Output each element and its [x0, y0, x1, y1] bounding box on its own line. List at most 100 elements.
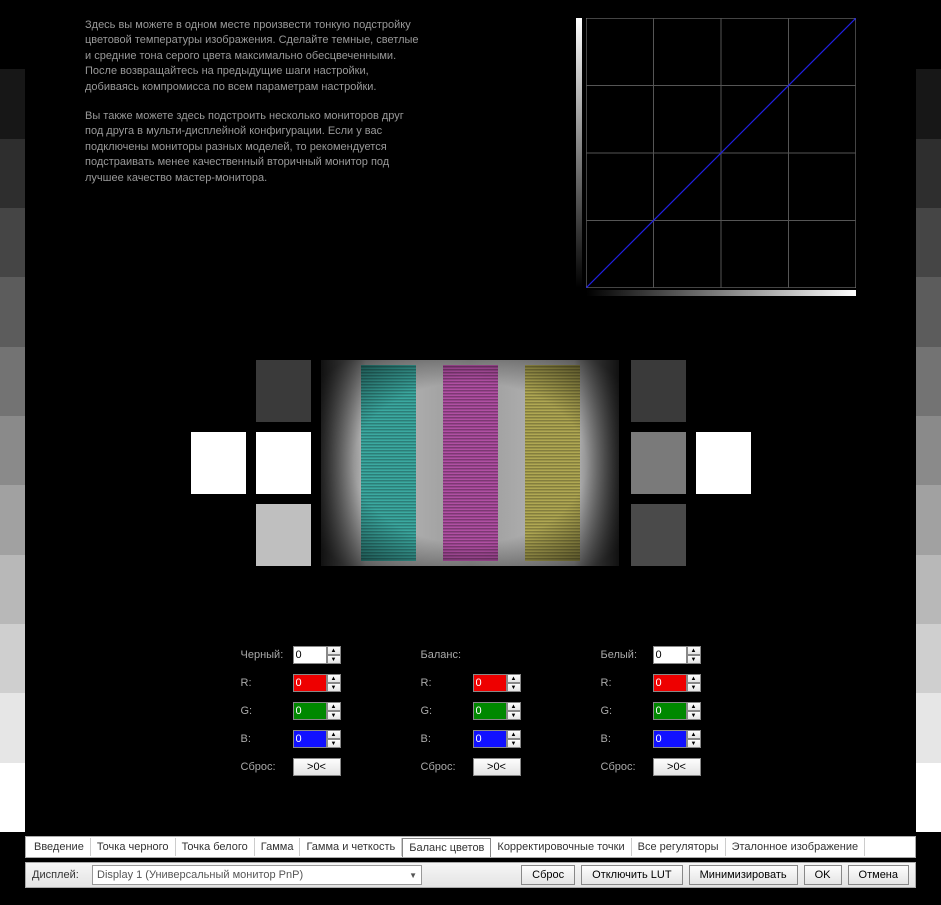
tab-8[interactable]: Эталонное изображение	[726, 838, 866, 856]
col1-g-label: G:	[421, 705, 473, 717]
col0-g-up[interactable]: ▲	[327, 702, 341, 711]
col1-b-down[interactable]: ▼	[507, 739, 521, 748]
col1-reset-button[interactable]: >0<	[473, 758, 521, 776]
bottom-toolbar: Дисплей: Display 1 (Универсальный монито…	[25, 862, 916, 888]
description-p1: Здесь вы можете в одном месте произвести…	[85, 18, 425, 95]
control-column-2: Белый:▲▼R:▲▼G:▲▼B:▲▼Сброс:>0<	[601, 645, 701, 777]
swatch-left-mid	[256, 432, 311, 494]
col2-r-up[interactable]: ▲	[687, 674, 701, 683]
tab-2[interactable]: Точка белого	[176, 838, 255, 856]
chevron-down-icon: ▼	[409, 871, 417, 880]
col1-r-down[interactable]: ▼	[507, 683, 521, 692]
col2-title-up[interactable]: ▲	[687, 646, 701, 655]
display-select-value: Display 1 (Универсальный монитор PnP)	[97, 869, 303, 881]
col2-title-label: Белый:	[601, 649, 653, 661]
col0-g-input[interactable]	[293, 702, 327, 720]
tab-6[interactable]: Корректировочные точки	[491, 838, 631, 856]
col2-r-label: R:	[601, 677, 653, 689]
col2-title-down[interactable]: ▼	[687, 655, 701, 664]
col1-reset-label: Сброс:	[421, 761, 473, 773]
col0-title-spinner: ▲▼	[293, 646, 341, 664]
display-select[interactable]: Display 1 (Универсальный монитор PnP) ▼	[92, 865, 422, 885]
col2-g-down[interactable]: ▼	[687, 711, 701, 720]
tab-7[interactable]: Все регуляторы	[632, 838, 726, 856]
tab-bar: ВведениеТочка черногоТочка белогоГаммаГа…	[25, 836, 916, 858]
swatch-right-bot	[631, 504, 686, 566]
col2-b-down[interactable]: ▼	[687, 739, 701, 748]
grayscale-strip-right	[916, 0, 941, 832]
col1-b-spinner: ▲▼	[473, 730, 521, 748]
col0-r-up[interactable]: ▲	[327, 674, 341, 683]
col0-r-label: R:	[241, 677, 293, 689]
col1-b-up[interactable]: ▲	[507, 730, 521, 739]
swatch-left-bot	[256, 504, 311, 566]
col0-b-down[interactable]: ▼	[327, 739, 341, 748]
tab-1[interactable]: Точка черного	[91, 838, 176, 856]
col0-g-label: G:	[241, 705, 293, 717]
col0-title-up[interactable]: ▲	[327, 646, 341, 655]
color-balance-controls: Черный:▲▼R:▲▼G:▲▼B:▲▼Сброс:>0<Баланс:R:▲…	[241, 645, 701, 777]
minimize-button[interactable]: Минимизировать	[689, 865, 798, 885]
col0-r-spinner: ▲▼	[293, 674, 341, 692]
col2-b-label: B:	[601, 733, 653, 745]
col1-b-input[interactable]	[473, 730, 507, 748]
col1-r-up[interactable]: ▲	[507, 674, 521, 683]
swatch-right-top	[631, 360, 686, 422]
col1-r-spinner: ▲▼	[473, 674, 521, 692]
col2-g-input[interactable]	[653, 702, 687, 720]
col2-b-input[interactable]	[653, 730, 687, 748]
color-test-panel	[201, 360, 741, 566]
col2-g-spinner: ▲▼	[653, 702, 701, 720]
col1-title-label: Баланс:	[421, 649, 473, 661]
col0-g-spinner: ▲▼	[293, 702, 341, 720]
ok-button[interactable]: OK	[804, 865, 842, 885]
tab-4[interactable]: Гамма и четкость	[300, 838, 402, 856]
reset-button[interactable]: Сброс	[521, 865, 575, 885]
col1-r-label: R:	[421, 677, 473, 689]
col0-r-input[interactable]	[293, 674, 327, 692]
tab-0[interactable]: Введение	[28, 838, 91, 856]
swatch-far-left	[191, 432, 246, 494]
col0-title-input[interactable]	[293, 646, 327, 664]
disable-lut-button[interactable]: Отключить LUT	[581, 865, 682, 885]
col0-g-down[interactable]: ▼	[327, 711, 341, 720]
col0-b-up[interactable]: ▲	[327, 730, 341, 739]
col2-reset-label: Сброс:	[601, 761, 653, 773]
col0-reset-button[interactable]: >0<	[293, 758, 341, 776]
grayscale-strip-left	[0, 0, 25, 832]
description-p2: Вы также можете здесь подстроить несколь…	[85, 109, 425, 186]
cancel-button[interactable]: Отмена	[848, 865, 909, 885]
control-column-0: Черный:▲▼R:▲▼G:▲▼B:▲▼Сброс:>0<	[241, 645, 341, 777]
col0-title-label: Черный:	[241, 649, 293, 661]
col1-g-input[interactable]	[473, 702, 507, 720]
tab-3[interactable]: Гамма	[255, 838, 301, 856]
col1-g-down[interactable]: ▼	[507, 711, 521, 720]
col0-b-label: B:	[241, 733, 293, 745]
col1-g-up[interactable]: ▲	[507, 702, 521, 711]
col2-b-up[interactable]: ▲	[687, 730, 701, 739]
col2-reset-button[interactable]: >0<	[653, 758, 701, 776]
main-area: Здесь вы можете в одном месте произвести…	[25, 0, 916, 832]
description-text: Здесь вы можете в одном месте произвести…	[85, 18, 425, 200]
curve-graph	[586, 18, 856, 288]
col0-b-input[interactable]	[293, 730, 327, 748]
gradient-x-axis	[586, 290, 856, 296]
display-label: Дисплей:	[32, 869, 86, 881]
gradient-y-axis	[576, 18, 582, 288]
col1-r-input[interactable]	[473, 674, 507, 692]
col2-r-spinner: ▲▼	[653, 674, 701, 692]
swatch-left-top	[256, 360, 311, 422]
col2-g-up[interactable]: ▲	[687, 702, 701, 711]
col0-title-down[interactable]: ▼	[327, 655, 341, 664]
col2-title-input[interactable]	[653, 646, 687, 664]
swatch-far-right	[696, 432, 751, 494]
col2-r-input[interactable]	[653, 674, 687, 692]
col0-reset-label: Сброс:	[241, 761, 293, 773]
tab-5[interactable]: Баланс цветов	[402, 838, 491, 857]
color-strips	[321, 360, 619, 566]
control-column-1: Баланс:R:▲▼G:▲▼B:▲▼Сброс:>0<	[421, 645, 521, 777]
swatch-right-mid	[631, 432, 686, 494]
col2-g-label: G:	[601, 705, 653, 717]
col2-r-down[interactable]: ▼	[687, 683, 701, 692]
col0-r-down[interactable]: ▼	[327, 683, 341, 692]
